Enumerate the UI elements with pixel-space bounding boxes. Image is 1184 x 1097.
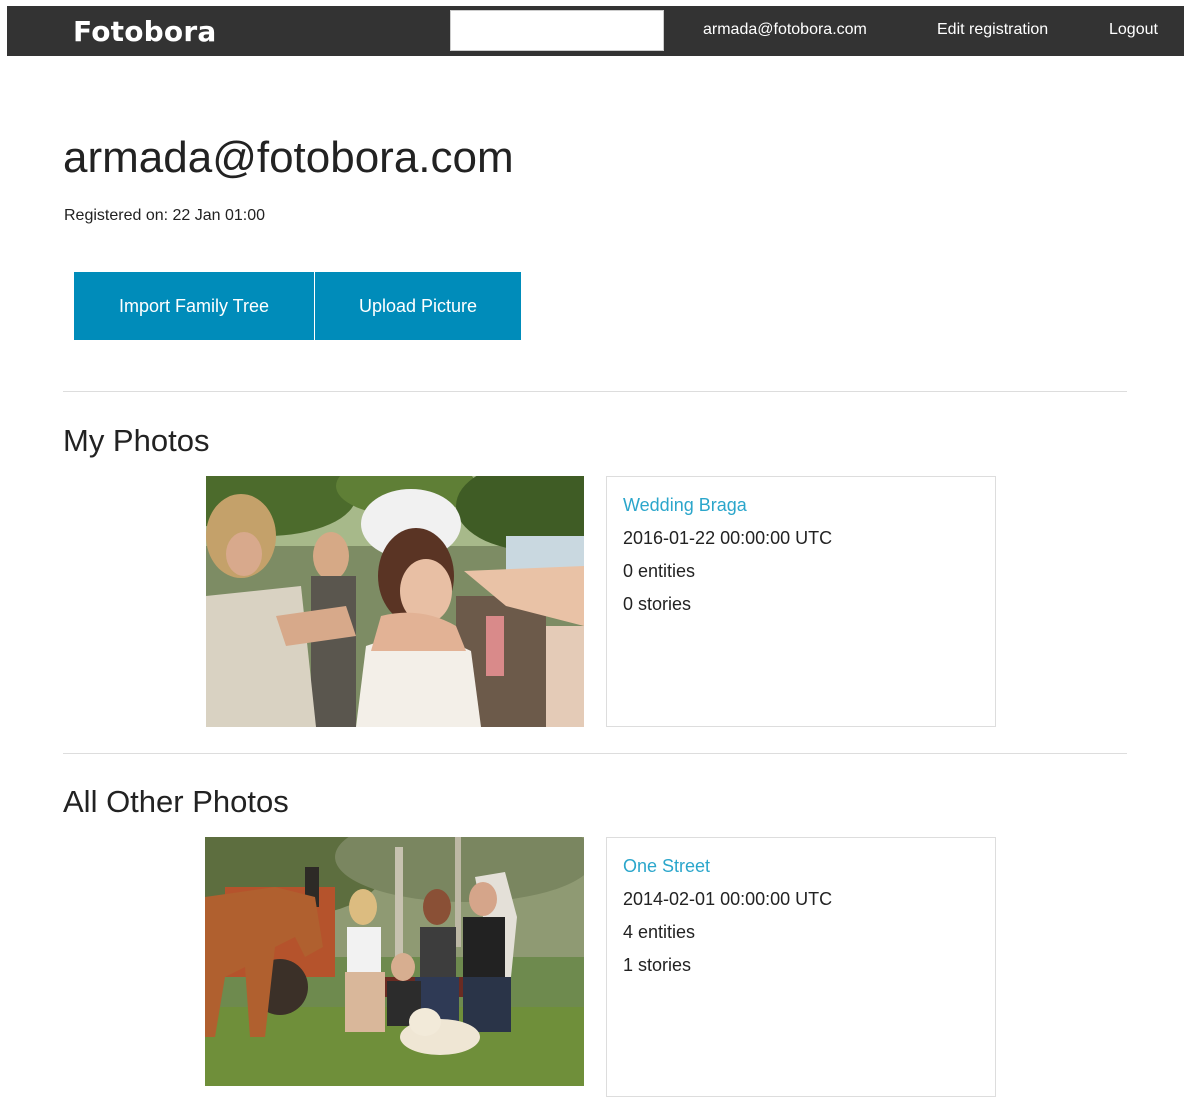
photo-entities-count: 0 entities	[623, 561, 696, 581]
brand-logo[interactable]: Fotobora	[73, 15, 216, 48]
import-family-tree-button[interactable]: Import Family Tree	[74, 272, 314, 340]
search-input[interactable]	[450, 10, 664, 51]
family-photo-thumbnail[interactable]	[205, 837, 584, 1086]
page-title: armada@fotobora.com	[63, 133, 514, 182]
photo-date: 2014-02-01 00:00:00 UTC	[623, 889, 833, 909]
nav-edit-registration-link[interactable]: Edit registration	[937, 21, 1048, 39]
photo-info-card: Wedding Braga 2016-01-22 00:00:00 UTC 0 …	[606, 476, 996, 727]
divider	[63, 391, 1127, 392]
all-other-photos-heading: All Other Photos	[63, 784, 289, 819]
photo-title-link[interactable]: One Street	[623, 856, 710, 877]
divider	[63, 753, 1127, 754]
photo-info-card: One Street 2014-02-01 00:00:00 UTC 4 ent…	[606, 837, 996, 1097]
photo-stories-count: 0 stories	[623, 594, 692, 614]
registered-date: Registered on: 22 Jan 01:00	[64, 207, 266, 224]
wedding-photo-thumbnail[interactable]	[206, 476, 584, 727]
nav-logout-link[interactable]: Logout	[1109, 21, 1158, 39]
photo-entities-count: 4 entities	[623, 922, 696, 942]
upload-picture-button[interactable]: Upload Picture	[315, 272, 521, 340]
photo-stories-count: 1 stories	[623, 955, 692, 975]
nav-user-email-link[interactable]: armada@fotobora.com	[703, 21, 867, 39]
my-photos-heading: My Photos	[63, 423, 210, 458]
photo-title-link[interactable]: Wedding Braga	[623, 495, 747, 516]
top-bar: Fotobora armada@fotobora.com Edit regist…	[7, 6, 1184, 56]
photo-date: 2016-01-22 00:00:00 UTC	[623, 528, 833, 548]
